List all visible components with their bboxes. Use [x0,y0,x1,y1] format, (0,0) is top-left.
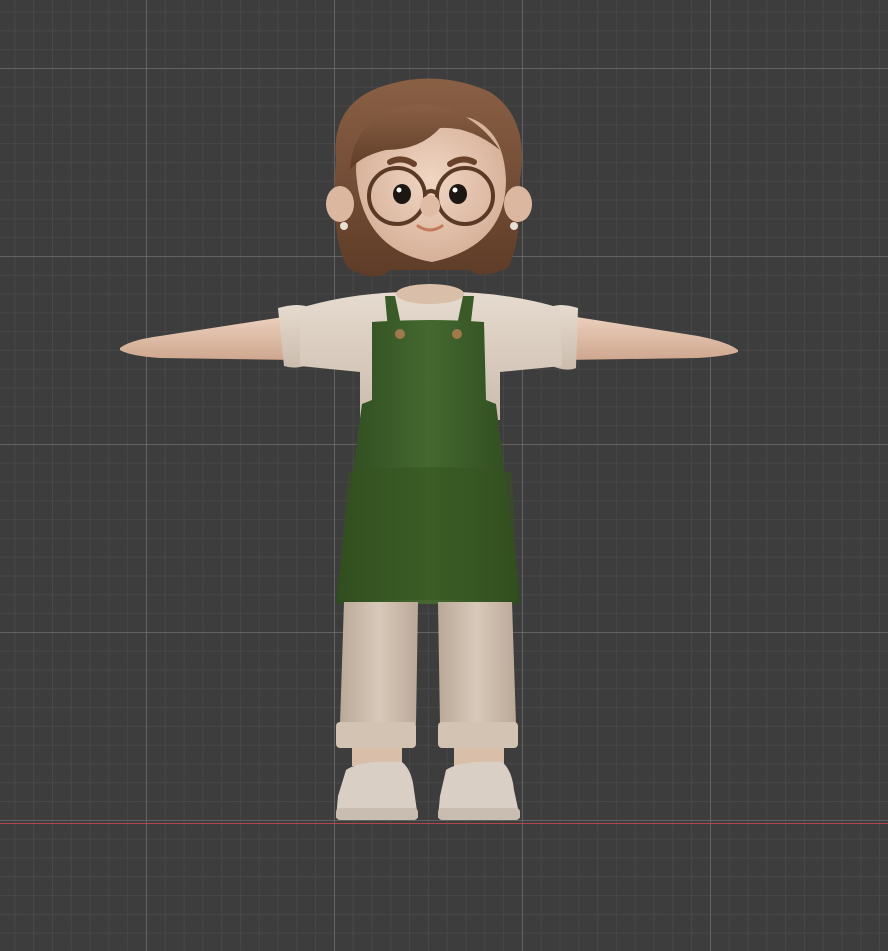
eye-left [393,184,411,204]
left-arm [120,305,310,368]
legs [336,602,518,766]
shoes [336,761,520,820]
3d-viewport[interactable] [0,0,888,951]
right-arm [550,305,738,370]
nose [420,195,440,217]
earring-right [510,222,518,230]
eye-right [449,184,467,204]
apron-button-left [395,329,405,339]
earring-left [340,222,348,230]
head [326,78,532,277]
apron-button-right [452,329,462,339]
neck [396,284,464,304]
character-model[interactable] [0,0,888,951]
